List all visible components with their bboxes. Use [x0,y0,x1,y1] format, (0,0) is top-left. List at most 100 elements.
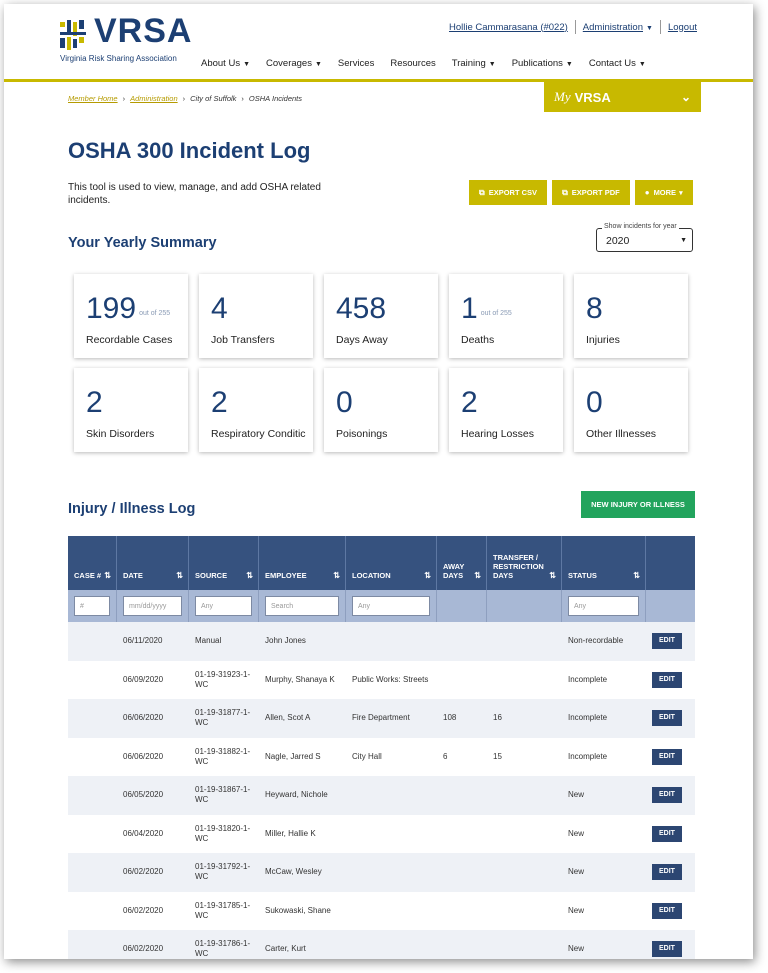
toolbar: ⧉ EXPORT CSV ⧉ EXPORT PDF ● MORE ▾ [469,180,693,205]
myvrsa-dropdown[interactable]: My VRSA ⌄ [544,82,701,112]
divider [574,20,576,34]
cell-source: 01-19-31867-1-WC [195,785,251,805]
more-button[interactable]: ● MORE ▾ [634,180,693,205]
caret-down-icon: ▼ [565,61,573,68]
cell-actions: EDIT [646,864,695,881]
chevron-right-icon: › [182,94,186,103]
card-poisonings: 0 Poisonings [324,368,438,452]
filter-location-cell: Any [346,590,437,622]
card-label: Skin Disorders [86,428,155,440]
col-status[interactable]: STATUS ⇅ [562,536,646,590]
log-title: Injury / Illness Log [68,501,196,517]
edit-button[interactable]: EDIT [652,710,682,727]
filter-date-input[interactable]: mm/dd/yyyy [123,596,182,616]
cell-actions: EDIT [646,825,695,842]
card-label: Job Transfers [211,334,275,346]
breadcrumb-member-home[interactable]: Member Home [68,94,118,103]
chevron-right-icon: › [241,94,244,103]
cell-actions: EDIT [646,902,695,919]
col-employee[interactable]: EMPLOYEE ⇅ [259,536,346,590]
table-row[interactable]: 06/04/2020 01-19-31820-1-WC Miller, Hallie… [68,814,695,853]
export-csv-label: EXPORT CSV [488,188,538,197]
new-injury-button[interactable]: NEW INJURY OR ILLNESS [581,491,695,518]
col-date[interactable]: DATE ⇅ [117,536,189,590]
table-row[interactable]: 06/02/2020 01-19-31786-1-WC Carter, Kurt Ne… [68,930,695,959]
col-location[interactable]: LOCATION ⇅ [346,536,437,590]
edit-button[interactable]: EDIT [652,864,682,881]
table-row[interactable]: 06/02/2020 01-19-31792-1-WC McCaw, Wesley N… [68,853,695,892]
col-transfer-days[interactable]: TRANSFER / RESTRICTION DAYS ⇅ [487,536,562,590]
main-nav: About Us ▼ Coverages ▼ Services Resources … [201,58,646,69]
chevron-down-icon: ⌄ [680,90,691,104]
nav-publications[interactable]: Publications ▼ [512,58,573,69]
export-csv-button[interactable]: ⧉ EXPORT CSV [469,180,548,205]
logout-link[interactable]: Logout [668,22,697,33]
filter-employee-input[interactable]: Search [265,596,339,616]
myvrsa-label: VRSA [574,89,611,105]
nav-contact-us[interactable]: Contact Us ▼ [589,58,646,69]
edit-button[interactable]: EDIT [652,748,682,765]
nav-training[interactable]: Training ▼ [452,58,496,69]
administration-menu[interactable]: Administration ▼ [583,22,653,33]
nav-label: Publications [511,58,563,69]
filter-case-input[interactable]: # [74,596,110,616]
cell-source: 01-19-31785-1-WC [195,900,251,920]
nav-resources[interactable]: Resources [390,58,435,69]
filter-case-cell: # [68,590,117,622]
cell-date: 06/02/2020 [123,944,164,954]
cell-status: New [568,867,585,877]
breadcrumb-city: City of Suffolk [190,94,237,103]
card-of: out of 255 [139,310,171,317]
cell-transfer: 16 [493,713,502,723]
cell-location: Public Works: Streets [352,674,429,684]
cell-date: 06/02/2020 [123,905,164,915]
caret-down-icon: ▼ [646,24,653,32]
edit-button[interactable]: EDIT [652,787,682,804]
user-profile-link[interactable]: Hollie Cammarasana (#022) [449,22,568,33]
nav-coverages[interactable]: Coverages ▼ [266,58,322,69]
cell-employee: John Jones [265,636,306,646]
col-source[interactable]: SOURCE ⇅ [189,536,259,590]
cell-employee: Murphy, Shanaya K [265,674,335,684]
table-row[interactable]: 06/02/2020 01-19-31785-1-WC Sukowaski, Sha… [68,891,695,930]
cell-status: Incomplete [568,674,608,684]
edit-button[interactable]: EDIT [652,633,682,650]
table-row[interactable]: 06/11/2020 Manual John Jones Non-recordable… [68,622,695,661]
col-away-label: AWAY DAYS [443,562,465,580]
export-pdf-button[interactable]: ⧉ EXPORT PDF [552,180,630,205]
cell-source: 01-19-31882-1-WC [195,746,251,766]
col-case[interactable]: CASE # ⇅ [68,536,117,590]
cell-source: 01-19-31923-1-WC [195,669,251,689]
card-of: out of 255 [480,310,512,317]
col-away-days[interactable]: AWAY DAYS ⇅ [437,536,487,590]
edit-button[interactable]: EDIT [652,941,682,958]
filter-location-input[interactable]: Any [352,596,430,616]
card-hearing-losses: 2 Hearing Losses [449,368,563,452]
cell-actions: EDIT [646,748,695,765]
nav-about-us[interactable]: About Us ▼ [201,58,250,69]
edit-button[interactable]: EDIT [652,825,682,842]
filter-source-input[interactable]: Any [195,596,252,616]
table-row[interactable]: 06/09/2020 01-19-31923-1-WC Murphy, Shanay… [68,660,695,699]
card-label: Days Away [336,334,388,346]
col-transfer-label: TRANSFER / RESTRICTION DAYS [493,553,544,580]
breadcrumb-administration[interactable]: Administration [130,94,178,103]
table-row[interactable]: 06/06/2020 01-19-31877-1-WC Allen, Scot A F… [68,699,695,738]
cell-status: Non-recordable [568,636,624,646]
logo-wordmark: VRSA [94,12,193,50]
year-select[interactable]: Show incidents for year 2020 ▼ [596,223,693,252]
cell-employee: Nagle, Jarred S [265,751,321,761]
filter-transfer-cell [487,590,562,622]
card-label: Recordable Cases [86,334,173,346]
cell-away: 108 [443,713,457,723]
filter-status-input[interactable]: Any [568,596,639,616]
card-value: 2 [86,386,103,419]
divider [659,20,661,34]
cell-away: 6 [443,751,448,761]
cell-employee: Allen, Scot A [265,713,311,723]
nav-services[interactable]: Services [338,58,374,69]
table-row[interactable]: 06/05/2020 01-19-31867-1-WC Heyward, Nicho… [68,776,695,815]
table-row[interactable]: 06/06/2020 01-19-31882-1-WC Nagle, Jarred … [68,737,695,776]
edit-button[interactable]: EDIT [652,671,682,688]
edit-button[interactable]: EDIT [652,902,682,919]
